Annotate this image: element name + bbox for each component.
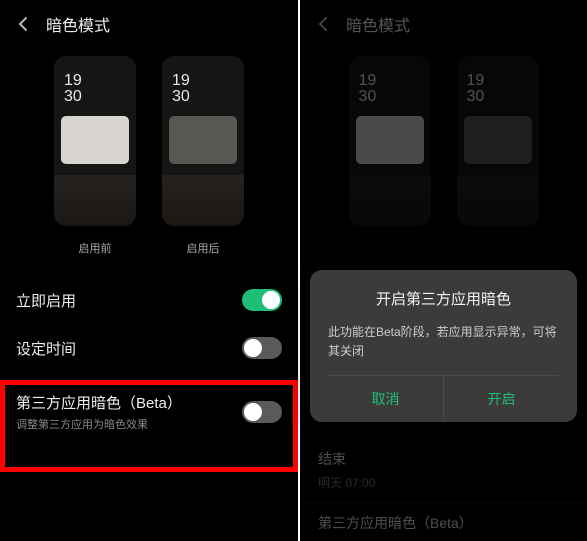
third-party-sub: 调整第三方应用为暗色效果 (16, 416, 182, 432)
preview-section: 19 30 19 30 (300, 48, 587, 226)
clock-hour: 19 (64, 73, 82, 89)
end-label: 结束 (318, 449, 569, 469)
preview-clock: 19 30 (172, 73, 190, 105)
preview-widget-light (61, 116, 129, 164)
dialog-body: 此功能在Beta阶段，若应用显示异常，可将其关闭 (328, 323, 559, 361)
row-enable-now[interactable]: 立即启用 (16, 276, 282, 324)
preview-clock: 19 30 (64, 73, 82, 105)
enable-now-toggle[interactable] (242, 289, 282, 311)
left-screen: 暗色模式 19 30 启用前 19 30 (0, 0, 298, 541)
back-icon[interactable] (316, 16, 332, 32)
preview-before-label: 启用前 (79, 240, 112, 256)
third-party-label: 第三方应用暗色（Beta） (318, 515, 473, 531)
schedule-label: 设定时间 (16, 338, 76, 359)
clock-minute: 30 (172, 89, 190, 105)
preview-section: 19 30 启用前 19 30 启用后 (0, 48, 298, 256)
clock-minute: 30 (64, 89, 82, 105)
confirm-dialog: 开启第三方应用暗色 此功能在Beta阶段，若应用显示异常，可将其关闭 取消 开启 (310, 270, 577, 422)
confirm-button[interactable]: 开启 (444, 376, 559, 422)
preview-widget-dark (169, 116, 237, 164)
third-party-label: 第三方应用暗色（Beta） (16, 392, 182, 413)
settings-list: 立即启用 设定时间 第三方应用暗色（Beta） 调整第三方应用为暗色效果 (0, 256, 298, 443)
end-value: 明天 07:00 (318, 474, 569, 491)
preview-after: 19 30 启用后 (162, 56, 244, 256)
phone-preview-before: 19 30 (54, 56, 136, 226)
schedule-end[interactable]: 结束 明天 07:00 (318, 439, 569, 505)
preview-clock: 19 30 (467, 73, 485, 105)
row-third-party[interactable]: 第三方应用暗色（Beta） 调整第三方应用为暗色效果 (16, 372, 282, 443)
row-third-party[interactable]: 第三方应用暗色（Beta） (300, 502, 587, 533)
row-schedule[interactable]: 设定时间 (16, 324, 282, 372)
phone-preview-after: 19 30 (457, 56, 539, 226)
preview-after-label: 启用后 (187, 240, 220, 256)
preview-before: 19 30 启用前 (54, 56, 136, 256)
page-title: 暗色模式 (46, 12, 110, 36)
enable-now-label: 立即启用 (16, 290, 76, 311)
page-title: 暗色模式 (346, 12, 410, 36)
cancel-button[interactable]: 取消 (328, 376, 444, 422)
schedule-toggle[interactable] (242, 337, 282, 359)
third-party-toggle[interactable] (242, 401, 282, 423)
phone-preview-after: 19 30 (162, 56, 244, 226)
dialog-title: 开启第三方应用暗色 (328, 288, 559, 309)
preview-widget-dark (464, 116, 532, 164)
preview-clock: 19 30 (359, 73, 377, 105)
phone-preview-before: 19 30 (349, 56, 431, 226)
back-icon[interactable] (16, 16, 32, 32)
dialog-actions: 取消 开启 (328, 375, 559, 422)
clock-hour: 19 (172, 73, 190, 89)
preview-widget-light (356, 116, 424, 164)
header: 暗色模式 (300, 0, 587, 48)
right-screen: 暗色模式 19 30 (300, 0, 587, 541)
header: 暗色模式 (0, 0, 298, 48)
